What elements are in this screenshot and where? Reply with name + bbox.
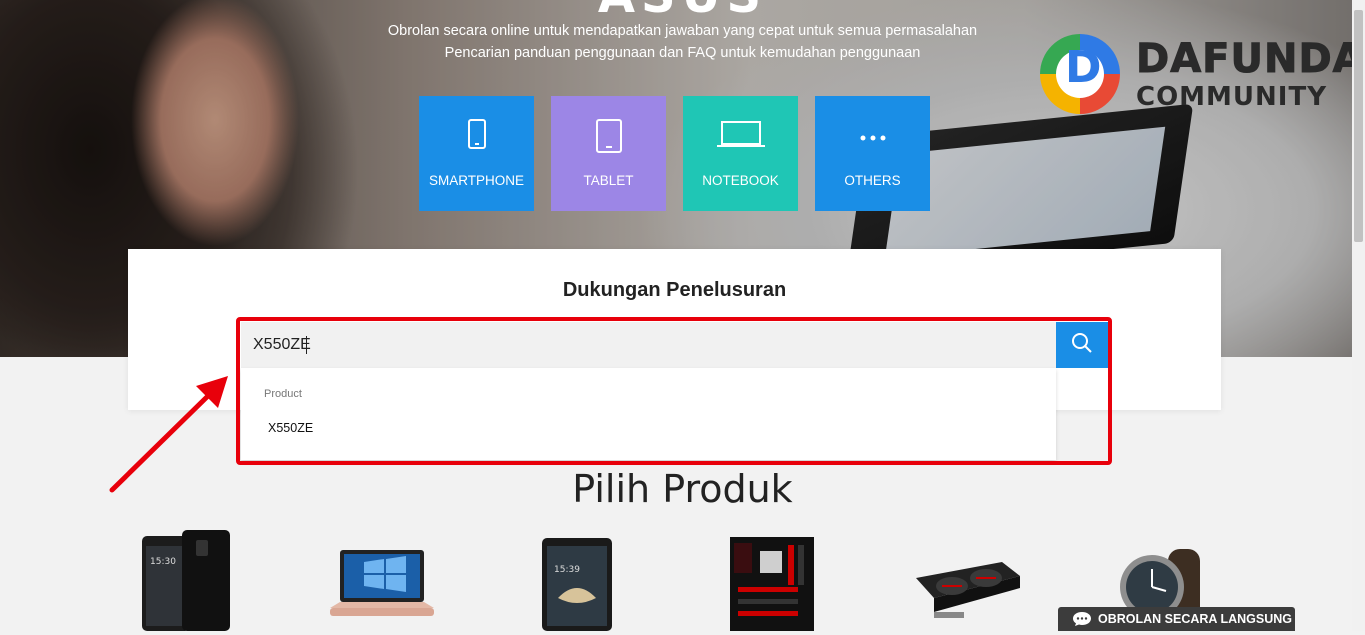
logo-text-line1: DAFUNDA <box>1136 36 1365 83</box>
tile-smartphone[interactable]: SMARTPHONE <box>419 96 534 211</box>
tile-others-label: OTHERS <box>844 173 901 188</box>
search-input[interactable] <box>241 322 1056 368</box>
chat-icon <box>1072 611 1092 627</box>
dafunda-logo: D DAFUNDA COMMUNITY <box>1040 34 1364 114</box>
product-graphics-card[interactable] <box>912 556 1022 630</box>
smartphone-icon <box>419 118 534 154</box>
graphics-card-product-icon <box>916 562 1020 618</box>
search-button[interactable] <box>1056 322 1108 368</box>
motherboard-product-icon <box>730 537 814 631</box>
live-chat-button[interactable]: OBROLAN SECARA LANGSUNG <box>1058 607 1295 631</box>
product-motherboard[interactable] <box>730 537 814 635</box>
tablet-product-icon: 15:39 <box>542 538 612 631</box>
tile-others[interactable]: OTHERS <box>815 96 930 211</box>
svg-text:15:39: 15:39 <box>554 565 580 575</box>
products-title: Pilih Produk <box>572 467 793 511</box>
tile-notebook[interactable]: NOTEBOOK <box>683 96 798 211</box>
logo-text-line2: COMMUNITY <box>1136 82 1328 112</box>
laptop-product-icon <box>330 550 434 616</box>
search-icon <box>1071 332 1093 358</box>
logo-d-letter: D <box>1065 42 1102 93</box>
tile-notebook-label: NOTEBOOK <box>702 173 779 188</box>
suggestion-item[interactable]: X550ZE <box>268 421 313 435</box>
more-icon <box>815 118 930 154</box>
hero-heading: ASUS <box>0 0 1365 24</box>
tablet-icon <box>551 118 666 154</box>
tile-tablet[interactable]: TABLET <box>551 96 666 211</box>
product-laptop[interactable] <box>328 548 436 632</box>
search-title: Dukungan Penelusuran <box>562 279 787 301</box>
text-caret <box>306 336 307 354</box>
notebook-icon <box>683 118 798 154</box>
page-scrollbar[interactable] <box>1352 0 1365 631</box>
search-suggestions: Product X550ZE <box>241 368 1056 460</box>
product-tablet[interactable]: 15:39 <box>540 538 614 635</box>
tile-smartphone-label: SMARTPHONE <box>428 173 524 188</box>
phone-product-icon: 15:30 <box>142 530 230 631</box>
svg-text:15:30: 15:30 <box>150 557 176 567</box>
suggestion-header: Product <box>264 388 302 400</box>
scrollbar-thumb[interactable] <box>1354 10 1363 242</box>
product-phone[interactable]: 15:30 <box>140 530 232 635</box>
live-chat-label: OBROLAN SECARA LANGSUNG <box>1098 612 1292 626</box>
tile-tablet-label: TABLET <box>583 173 634 188</box>
